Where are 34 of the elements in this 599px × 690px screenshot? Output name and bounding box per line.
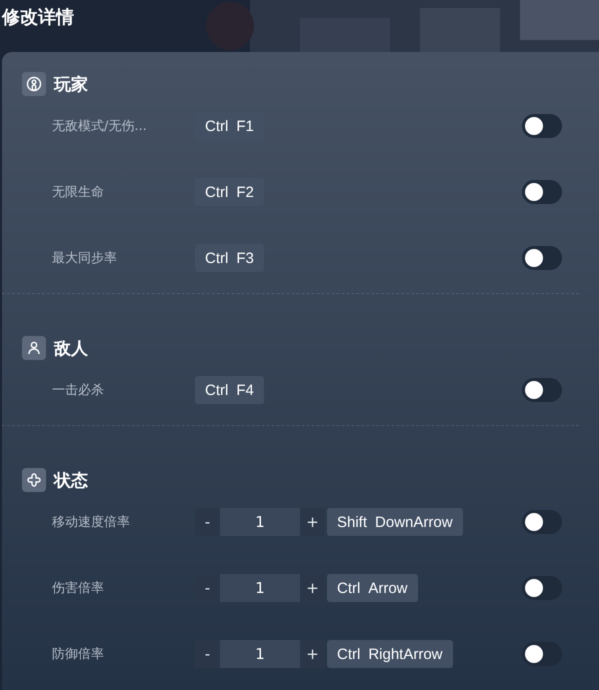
clover-icon <box>22 468 46 492</box>
decrement-button[interactable]: - <box>195 508 220 536</box>
toggle-switch[interactable] <box>522 246 562 270</box>
hotkey-button[interactable]: Ctrl F1 <box>195 112 264 140</box>
option-label: 移动速度倍率 <box>52 514 131 531</box>
toggle-switch[interactable] <box>522 378 562 402</box>
hotkey-button[interactable]: Ctrl Arrow <box>327 574 418 602</box>
toggle-switch[interactable] <box>522 510 562 534</box>
option-label: 伤害倍率 <box>52 580 105 597</box>
value-field[interactable]: 1 <box>220 574 300 602</box>
toggle-switch[interactable] <box>522 642 562 666</box>
page-title: 修改详情 <box>0 6 74 30</box>
section-title: 玩家 <box>54 74 88 96</box>
decrement-button[interactable]: - <box>195 640 220 668</box>
option-label: 一击必杀 <box>52 382 105 399</box>
increment-button[interactable]: + <box>300 508 325 536</box>
hotkey-button[interactable]: Ctrl F2 <box>195 178 264 206</box>
toggle-switch[interactable] <box>522 180 562 204</box>
person-icon <box>22 336 46 360</box>
increment-button[interactable]: + <box>300 640 325 668</box>
hotkey-button[interactable]: Ctrl RightArrow <box>327 640 453 668</box>
value-field[interactable]: 1 <box>220 508 300 536</box>
section-title: 状态 <box>54 470 88 492</box>
option-label: 无敌模式/无伤... <box>52 118 148 135</box>
hotkey-button[interactable]: Ctrl F4 <box>195 376 264 404</box>
hotkey-button[interactable]: Shift DownArrow <box>327 508 463 536</box>
option-label: 无限生命 <box>52 184 105 201</box>
option-label: 防御倍率 <box>52 646 105 663</box>
toggle-switch[interactable] <box>522 114 562 138</box>
option-label: 最大同步率 <box>52 250 118 267</box>
hotkey-button[interactable]: Ctrl F3 <box>195 244 264 272</box>
section-title: 敌人 <box>54 338 88 360</box>
value-field[interactable]: 1 <box>220 640 300 668</box>
toggle-switch[interactable] <box>522 576 562 600</box>
